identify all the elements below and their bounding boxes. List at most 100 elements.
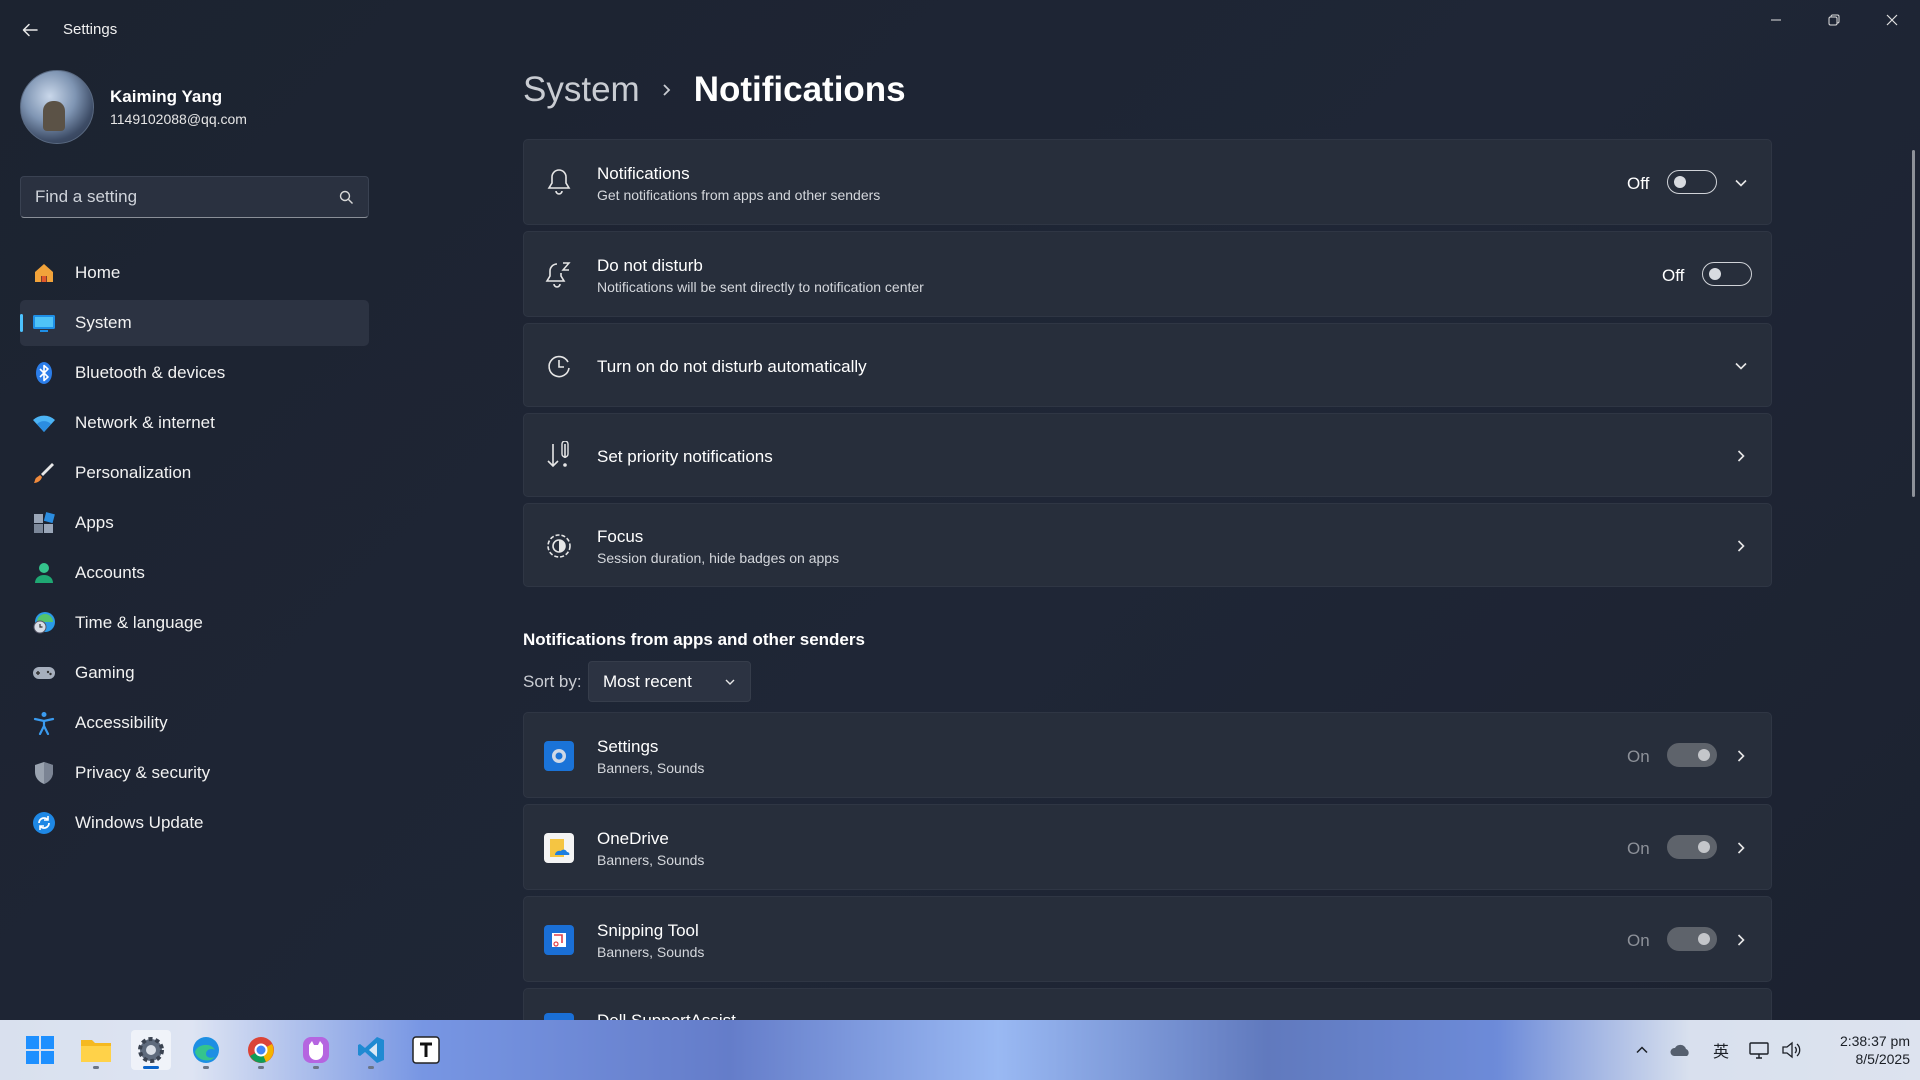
restore-button[interactable] — [1806, 0, 1862, 40]
taskbar-clock[interactable]: 2:38:37 pm 8/5/2025 — [1810, 1032, 1910, 1068]
notifications-toggle[interactable] — [1667, 170, 1717, 194]
settings-app-icon — [544, 741, 574, 771]
clock-icon — [544, 351, 574, 381]
clock-time: 2:38:37 pm — [1839, 1033, 1910, 1049]
bluetooth-icon — [32, 361, 56, 385]
sidebar-item-windows-update[interactable]: Windows Update — [20, 800, 369, 846]
edge-taskbar[interactable] — [186, 1030, 226, 1070]
sidebar-item-label: Windows Update — [75, 813, 204, 832]
chrome-browser-icon — [248, 1037, 274, 1063]
app-row-snipping-tool[interactable]: Snipping Tool Banners, Sounds On — [523, 896, 1772, 982]
chevron-up-icon — [1636, 1046, 1648, 1054]
settings-notifications-toggle[interactable] — [1667, 743, 1717, 767]
do-not-disturb-toggle[interactable] — [1702, 262, 1752, 286]
sidebar-item-home[interactable]: Home — [20, 250, 369, 296]
title-bar: Settings — [0, 0, 1920, 60]
sidebar-item-personalization[interactable]: Personalization — [20, 450, 369, 496]
breadcrumb-parent[interactable]: System — [523, 70, 640, 110]
gamepad-icon — [32, 661, 56, 685]
chevron-down-icon[interactable] — [1731, 356, 1751, 376]
onedrive-notifications-toggle[interactable] — [1667, 835, 1717, 859]
chevron-right-icon[interactable] — [1731, 746, 1751, 766]
notifications-card[interactable]: Notifications Get notifications from app… — [523, 139, 1772, 225]
card-title: Do not disturb — [597, 256, 703, 275]
card-title: Set priority notifications — [597, 447, 773, 466]
card-title: Turn on do not disturb automatically — [597, 357, 867, 376]
sidebar-item-label: System — [75, 313, 132, 332]
cat-app-icon — [303, 1037, 329, 1063]
close-button[interactable] — [1864, 0, 1920, 40]
accessibility-icon — [32, 711, 56, 735]
user-profile[interactable]: Kaiming Yang 1149102088@qq.com — [20, 70, 247, 144]
sidebar-item-apps[interactable]: Apps — [20, 500, 369, 546]
chevron-right-icon[interactable] — [1731, 446, 1751, 466]
update-icon — [32, 811, 56, 835]
typora-icon — [412, 1036, 440, 1064]
sidebar-item-label: Network & internet — [75, 413, 215, 432]
taskbar: 英 2:38:37 pm 8/5/2025 — [0, 1020, 1920, 1080]
focus-card[interactable]: Focus Session duration, hide badges on a… — [523, 503, 1772, 587]
sidebar-item-label: Time & language — [75, 613, 203, 632]
network-tray-icon[interactable] — [1744, 1034, 1774, 1066]
minimize-button[interactable] — [1748, 0, 1804, 40]
sidebar-nav: Home System Bluetooth & devices Network … — [20, 250, 369, 850]
settings-taskbar[interactable] — [131, 1030, 171, 1070]
gear-icon — [138, 1037, 164, 1063]
chevron-right-icon[interactable] — [1731, 930, 1751, 950]
app-name: Settings — [597, 737, 659, 756]
card-title: Focus — [597, 527, 644, 546]
toggle-state-label: Off — [1627, 174, 1650, 193]
back-arrow-icon — [22, 23, 38, 37]
chrome-taskbar[interactable] — [241, 1030, 281, 1070]
shield-icon — [32, 761, 56, 785]
bell-snooze-icon — [544, 259, 574, 289]
back-button[interactable] — [12, 14, 48, 46]
vscode-taskbar[interactable] — [351, 1030, 391, 1070]
sidebar-item-accessibility[interactable]: Accessibility — [20, 700, 369, 746]
scrollbar[interactable] — [1912, 150, 1915, 497]
profile-email: 1149102088@qq.com — [110, 111, 247, 127]
onedrive-tray-icon[interactable] — [1666, 1034, 1696, 1066]
priority-notifications-card[interactable]: Set priority notifications — [523, 413, 1772, 497]
chevron-down-icon[interactable] — [1731, 173, 1751, 193]
file-explorer-taskbar[interactable] — [76, 1030, 116, 1070]
clock-date: 8/5/2025 — [1855, 1051, 1911, 1067]
app-row-settings[interactable]: Settings Banners, Sounds On — [523, 712, 1772, 798]
show-hidden-icons-button[interactable] — [1628, 1034, 1656, 1066]
sidebar-item-gaming[interactable]: Gaming — [20, 650, 369, 696]
sidebar-item-accounts[interactable]: Accounts — [20, 550, 369, 596]
app-detail: Banners, Sounds — [597, 944, 705, 960]
volume-tray-icon[interactable] — [1776, 1034, 1806, 1066]
avatar — [20, 70, 94, 144]
breadcrumb: System Notifications — [523, 70, 906, 110]
minimize-icon — [1771, 19, 1781, 21]
globe-clock-icon — [32, 611, 56, 635]
card-title: Notifications — [597, 164, 690, 183]
ime-indicator[interactable]: 英 — [1708, 1034, 1734, 1066]
start-button[interactable] — [20, 1030, 60, 1070]
sidebar-item-bluetooth[interactable]: Bluetooth & devices — [20, 350, 369, 396]
home-icon — [32, 261, 56, 285]
search-input[interactable] — [35, 187, 339, 207]
windows-logo-icon — [26, 1036, 54, 1064]
brush-icon — [32, 461, 56, 485]
typora-taskbar[interactable] — [406, 1030, 446, 1070]
card-subtitle: Get notifications from apps and other se… — [597, 187, 881, 203]
sidebar-item-system[interactable]: System — [20, 300, 369, 346]
sidebar-item-privacy[interactable]: Privacy & security — [20, 750, 369, 796]
chevron-right-icon[interactable] — [1731, 838, 1751, 858]
chevron-right-icon[interactable] — [1731, 536, 1751, 556]
app-row-dell-supportassist[interactable]: Dell SupportAssist — [523, 988, 1772, 1020]
app-row-onedrive[interactable]: OneDrive Banners, Sounds On — [523, 804, 1772, 890]
sidebar-item-network[interactable]: Network & internet — [20, 400, 369, 446]
cat-app-taskbar[interactable] — [296, 1030, 336, 1070]
bell-icon — [544, 167, 574, 197]
auto-dnd-card[interactable]: Turn on do not disturb automatically — [523, 323, 1772, 407]
snipping-tool-notifications-toggle[interactable] — [1667, 927, 1717, 951]
search-icon[interactable] — [339, 190, 354, 205]
sort-dropdown[interactable]: Most recent — [588, 661, 751, 702]
toggle-state-label: On — [1627, 931, 1650, 950]
sidebar-item-label: Gaming — [75, 663, 135, 682]
sidebar-item-time-language[interactable]: Time & language — [20, 600, 369, 646]
close-icon — [1886, 14, 1898, 26]
